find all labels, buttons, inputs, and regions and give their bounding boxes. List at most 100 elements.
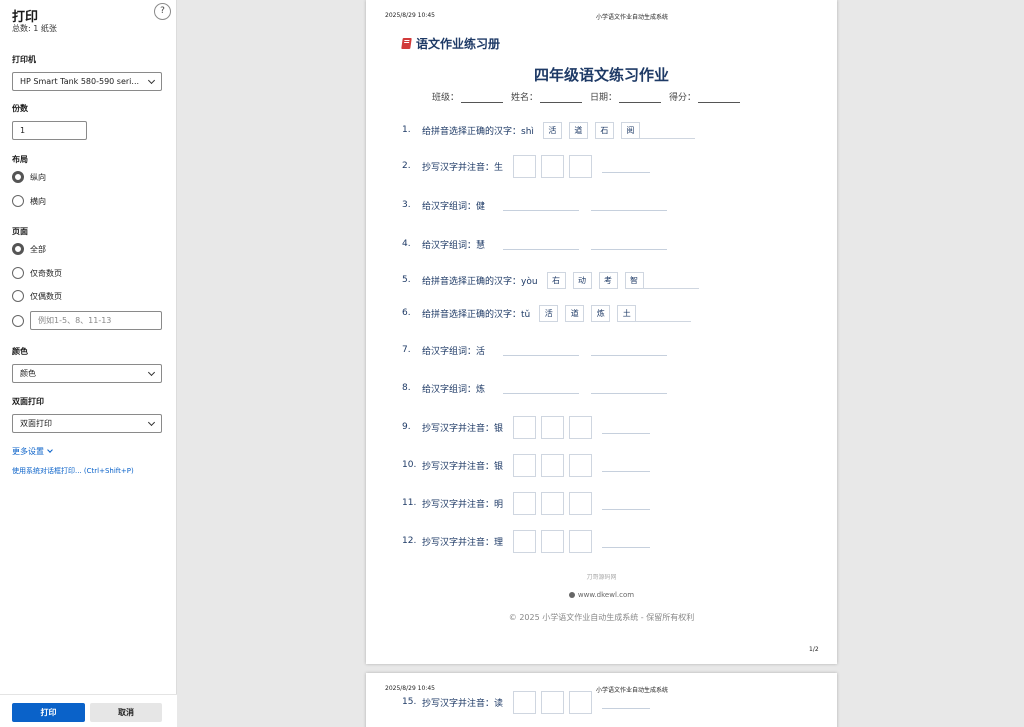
question-item: 15. 抄写汉字并注音：读 bbox=[402, 690, 651, 714]
blank-line bbox=[619, 93, 662, 103]
option-group: 活 道 石 阅 bbox=[542, 121, 695, 139]
radio-selected[interactable] bbox=[12, 171, 24, 183]
writing-box bbox=[569, 690, 593, 714]
option-box: 炼 bbox=[591, 304, 611, 322]
writing-box bbox=[541, 690, 565, 714]
question-item: 11. 抄写汉字并注音：明 bbox=[402, 491, 651, 515]
info-name: 姓名： bbox=[511, 90, 583, 103]
question-item: 10. 抄写汉字并注音：银 bbox=[402, 453, 651, 477]
color-value: 颜色 bbox=[20, 369, 36, 378]
writing-box bbox=[541, 415, 565, 439]
option-box: 土 bbox=[617, 304, 637, 322]
chevron-down-icon bbox=[47, 447, 53, 453]
option-group: 右 动 考 智 bbox=[546, 271, 699, 289]
answer-line bbox=[591, 382, 668, 394]
pinyin-line bbox=[602, 159, 651, 173]
option-box: 智 bbox=[624, 271, 644, 289]
writing-box bbox=[541, 453, 565, 477]
writing-box bbox=[541, 529, 565, 553]
radio-selected[interactable] bbox=[12, 243, 24, 255]
answer-line bbox=[591, 344, 668, 356]
answer-line bbox=[503, 344, 580, 356]
duplex-select[interactable]: 双面打印 bbox=[12, 414, 162, 433]
pages-odd-label: 仅奇数页 bbox=[30, 268, 62, 278]
layout-portrait-option[interactable]: 纵向 bbox=[12, 170, 46, 184]
question-number: 4. bbox=[402, 239, 411, 249]
info-score-label: 得分： bbox=[669, 93, 697, 103]
answer-line bbox=[503, 238, 580, 250]
writing-boxes bbox=[513, 453, 651, 477]
question-number: 2. bbox=[402, 161, 411, 171]
question-number: 3. bbox=[402, 200, 411, 210]
preview-page-2: 2025/8/29 10:45 小学语文作业自动生成系统 15. 抄写汉字并注音… bbox=[366, 673, 837, 727]
printer-value: HP Smart Tank 580-590 seri... bbox=[20, 77, 140, 86]
question-number: 15. bbox=[402, 697, 417, 707]
sheet-count: 总数: 1 纸张 bbox=[12, 24, 57, 33]
option-box: 活 bbox=[539, 304, 559, 322]
pinyin-line bbox=[602, 496, 651, 510]
blank-line bbox=[461, 93, 504, 103]
question-text: 给拼音选择正确的汉字：tǔ bbox=[422, 309, 531, 320]
question-item: 3. 给汉字组词：健 bbox=[402, 195, 668, 215]
page-header-time: 2025/8/29 10:45 bbox=[385, 12, 435, 19]
question-number: 1. bbox=[402, 125, 411, 135]
question-text: 抄写汉字并注音：银 bbox=[422, 461, 504, 472]
writing-box bbox=[569, 415, 593, 439]
duplex-label: 双面打印 bbox=[12, 397, 44, 406]
printer-select[interactable]: HP Smart Tank 580-590 seri... bbox=[12, 72, 162, 91]
pages-all-label: 全部 bbox=[30, 244, 46, 254]
radio-unselected[interactable] bbox=[12, 290, 24, 302]
footer-website: www.dkewl.com bbox=[366, 591, 837, 599]
color-select[interactable]: 颜色 bbox=[12, 364, 162, 383]
info-class: 班级： bbox=[432, 90, 504, 103]
pages-even-option[interactable]: 仅偶数页 bbox=[12, 289, 62, 303]
printer-label: 打印机 bbox=[12, 55, 36, 64]
writing-boxes bbox=[513, 529, 651, 553]
question-item: 5. 给拼音选择正确的汉字：yòu 右 动 考 智 bbox=[402, 270, 699, 290]
page-range-input[interactable]: 例如1-5、8、11-13 bbox=[30, 311, 162, 330]
question-text: 给拼音选择正确的汉字：yòu bbox=[422, 276, 538, 287]
question-text: 给汉字组词：炼 bbox=[422, 384, 486, 395]
info-date-label: 日期： bbox=[590, 93, 618, 103]
pages-even-label: 仅偶数页 bbox=[30, 291, 62, 301]
pages-odd-option[interactable]: 仅奇数页 bbox=[12, 266, 62, 280]
option-group: 活 道 炼 土 bbox=[539, 304, 692, 322]
pages-all-option[interactable]: 全部 bbox=[12, 242, 46, 256]
question-number: 5. bbox=[402, 275, 411, 285]
more-settings-link[interactable]: 更多设置 bbox=[12, 446, 53, 457]
writing-boxes bbox=[513, 491, 651, 515]
duplex-value: 双面打印 bbox=[20, 419, 52, 428]
question-number: 7. bbox=[402, 345, 411, 355]
radio-unselected[interactable] bbox=[12, 267, 24, 279]
copies-label: 份数 bbox=[12, 104, 28, 113]
writing-box bbox=[513, 491, 537, 515]
option-box: 阅 bbox=[620, 121, 640, 139]
writing-box bbox=[541, 491, 565, 515]
student-info-line: 班级： 姓名： 日期： 得分： bbox=[432, 90, 748, 103]
print-button[interactable]: 打印 bbox=[12, 703, 85, 722]
writing-box bbox=[569, 453, 593, 477]
layout-landscape-option[interactable]: 横向 bbox=[12, 194, 46, 208]
question-item: 8. 给汉字组词：炼 bbox=[402, 378, 668, 398]
page-header-time: 2025/8/29 10:45 bbox=[385, 685, 435, 692]
chevron-down-icon bbox=[147, 76, 156, 85]
brand-title: 语文作业练习册 bbox=[416, 37, 501, 51]
pages-label: 页面 bbox=[12, 227, 28, 236]
copies-input[interactable]: 1 bbox=[12, 121, 87, 140]
question-number: 12. bbox=[402, 536, 417, 546]
question-text: 抄写汉字并注音：理 bbox=[422, 537, 504, 548]
answer-line bbox=[639, 122, 695, 139]
answer-line bbox=[591, 199, 668, 211]
radio-unselected[interactable] bbox=[12, 195, 24, 207]
radio-unselected[interactable] bbox=[12, 315, 24, 327]
question-text: 给拼音选择正确的汉字：shì bbox=[422, 126, 534, 137]
option-box: 石 bbox=[594, 121, 614, 139]
help-button[interactable]: ? bbox=[154, 3, 171, 20]
pages-custom-option[interactable] bbox=[12, 314, 24, 328]
option-box: 动 bbox=[572, 271, 592, 289]
question-text: 抄写汉字并注音：生 bbox=[422, 162, 504, 173]
cancel-button[interactable]: 取消 bbox=[90, 703, 162, 722]
question-item: 2. 抄写汉字并注音：生 bbox=[402, 154, 651, 178]
answer-line bbox=[591, 238, 668, 250]
system-dialog-link[interactable]: 使用系统对话框打印... (Ctrl+Shift+P) bbox=[12, 466, 134, 476]
